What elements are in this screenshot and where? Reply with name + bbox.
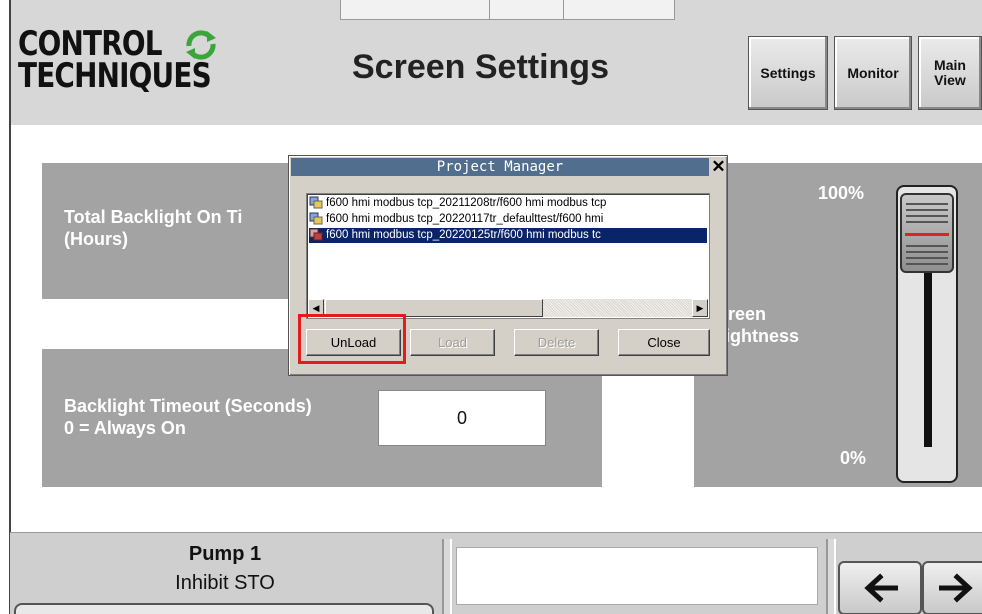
backlight-hours-label: Total Backlight On Ti (Hours) bbox=[64, 207, 243, 249]
pump-status: Inhibit STO bbox=[175, 572, 275, 594]
message-field bbox=[456, 547, 818, 605]
arrow-left-icon bbox=[864, 573, 898, 603]
backlight-timeout-input[interactable]: 0 bbox=[378, 390, 546, 446]
logo-arrows-icon bbox=[186, 30, 216, 60]
left-divider bbox=[9, 0, 11, 614]
brightness-panel: 100% creen rightness 0% bbox=[694, 163, 982, 487]
project-list[interactable]: f600 hmi modbus tcp_20211208tr/f600 hmi … bbox=[306, 193, 710, 319]
backlight-timeout-label: Backlight Timeout (Seconds) 0 = Always O… bbox=[64, 396, 312, 438]
previous-page-button[interactable] bbox=[838, 561, 922, 614]
brightness-slider[interactable] bbox=[896, 185, 958, 483]
footer-bar: Pump 1 Inhibit STO bbox=[10, 532, 982, 614]
company-logo: CONTROL TECHNIQUES bbox=[18, 27, 238, 98]
close-button[interactable]: Close bbox=[618, 329, 710, 356]
pump-title: Pump 1 bbox=[188, 543, 262, 565]
list-item-label: f600 hmi modbus tcp_20220125tr/f600 hmi … bbox=[326, 229, 601, 241]
list-item-label: f600 hmi modbus tcp_20220117tr_defaultte… bbox=[326, 213, 604, 225]
brightness-min-label: 0% bbox=[840, 448, 867, 468]
monitor-button[interactable]: Monitor bbox=[834, 36, 912, 110]
next-page-button[interactable] bbox=[922, 561, 982, 614]
list-item[interactable]: f600 hmi modbus tcp_20220117tr_defaultte… bbox=[309, 212, 707, 227]
project-folder-icon bbox=[309, 196, 323, 209]
settings-button[interactable]: Settings bbox=[748, 36, 828, 110]
footer-divider bbox=[826, 539, 836, 614]
footer-divider bbox=[442, 539, 452, 614]
load-button[interactable]: Load bbox=[410, 329, 495, 356]
brightness-max-label: 100% bbox=[818, 183, 865, 203]
project-folder-icon bbox=[309, 212, 323, 225]
logo-line-2: TECHNIQUES bbox=[18, 56, 212, 96]
page-title: Screen Settings bbox=[352, 48, 609, 86]
main-view-button[interactable]: Main View bbox=[918, 36, 982, 110]
unload-highlight-box bbox=[298, 314, 406, 364]
arrow-right-icon bbox=[939, 573, 973, 603]
dialog-title: Project Manager bbox=[436, 159, 564, 175]
dialog-titlebar[interactable]: Project Manager bbox=[291, 158, 709, 176]
delete-button[interactable]: Delete bbox=[514, 329, 599, 356]
list-item[interactable]: f600 hmi modbus tcp_20211208tr/f600 hmi … bbox=[309, 196, 707, 211]
scroll-right-icon[interactable]: ▶ bbox=[692, 299, 708, 317]
list-item-selected[interactable]: f600 hmi modbus tcp_20220125tr/f600 hmi … bbox=[309, 228, 707, 243]
close-icon[interactable]: ✕ bbox=[710, 158, 727, 176]
list-item-label: f600 hmi modbus tcp_20211208tr/f600 hmi … bbox=[326, 197, 607, 209]
top-tab-strip bbox=[340, 0, 675, 20]
project-folder-icon bbox=[309, 228, 323, 241]
slider-thumb[interactable] bbox=[900, 193, 954, 273]
slider-level-marker bbox=[905, 233, 949, 236]
pump-status-bar[interactable] bbox=[14, 603, 434, 614]
brightness-label: creen rightness bbox=[718, 304, 800, 346]
